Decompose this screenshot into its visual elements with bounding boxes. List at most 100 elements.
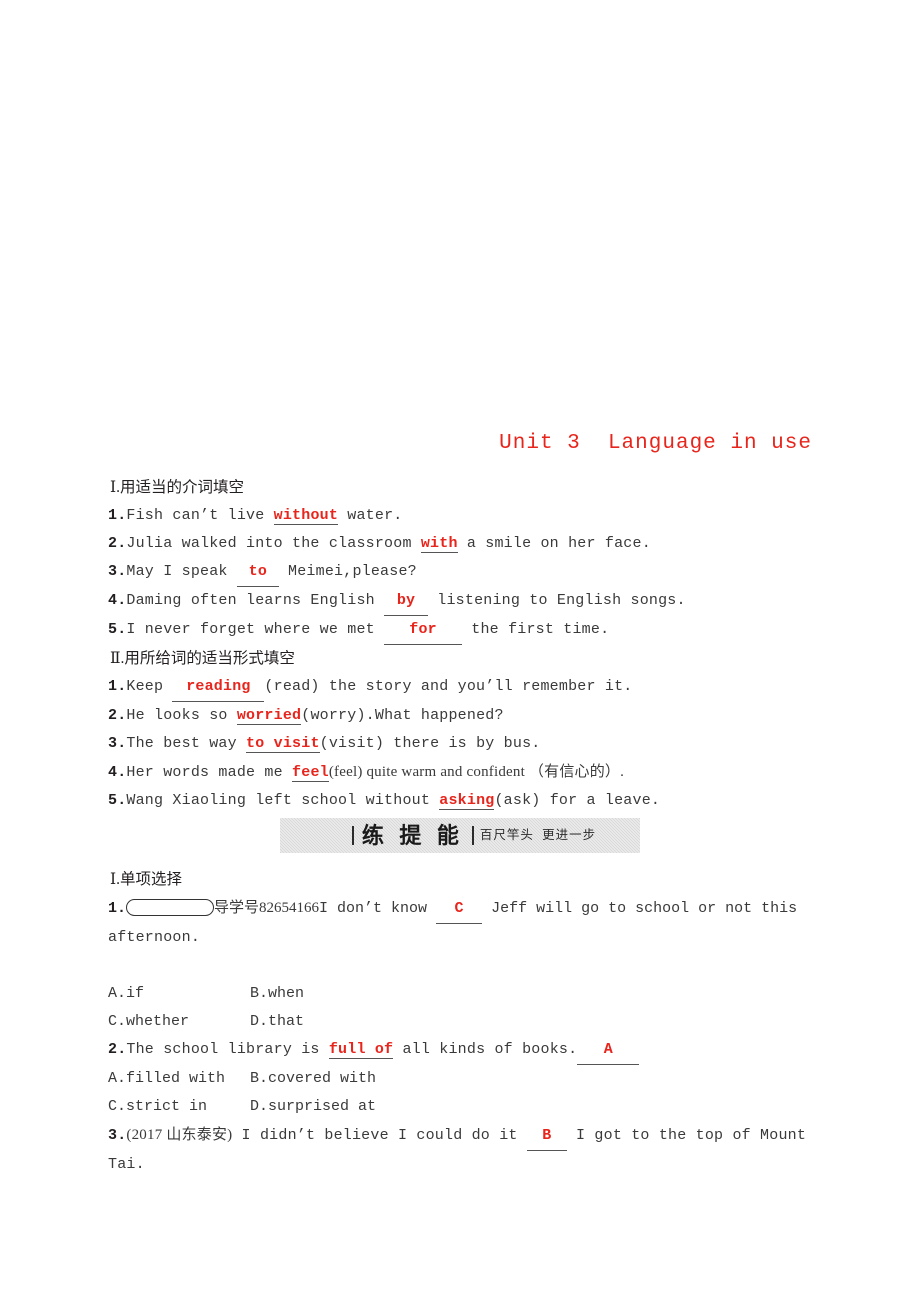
item-text-after: the first time. — [462, 621, 610, 638]
question-item: 2.The school library is full of all kind… — [108, 1036, 820, 1065]
option-text: covered with — [268, 1070, 377, 1087]
option-row: C.whether D.that — [108, 1008, 820, 1036]
item-number: 4. — [108, 592, 127, 609]
section-3-heading: Ⅰ.单项选择 — [110, 871, 182, 888]
page-title: Unit 3 Language in use — [499, 432, 812, 455]
option-text: surprised at — [268, 1098, 377, 1115]
option-key: C. — [108, 1013, 127, 1030]
question-item: 2.He looks so worried(worry).What happen… — [108, 702, 820, 730]
item-number: 2. — [108, 535, 127, 552]
item-number: 2. — [108, 1041, 127, 1058]
item-text-before: Julia walked into the classroom — [126, 535, 421, 552]
banner-title: 练 提 能 — [361, 822, 464, 848]
item-text-before: Wang Xiaoling left school without — [126, 792, 440, 809]
item-answer: to — [236, 558, 279, 587]
option-b[interactable]: B.when — [250, 980, 304, 1008]
item-text-before: I don’t know — [319, 900, 437, 917]
item-number: 3. — [108, 1127, 127, 1144]
item-answer: for — [384, 616, 463, 645]
option-text: that — [268, 1013, 305, 1030]
option-a[interactable]: A.filled with — [108, 1065, 250, 1093]
item-text-before: Daming often learns English — [126, 592, 385, 609]
exercise-content: Ⅰ.用适当的介词填空 1.Fish can’t live without wat… — [108, 474, 820, 815]
option-text: strict in — [126, 1098, 208, 1115]
banner-inner: 练 提 能 百尺竿头 更进一步 — [351, 822, 597, 848]
option-b[interactable]: B.covered with — [250, 1065, 376, 1093]
item-text-after: I got to the top of Mount — [566, 1127, 807, 1144]
section-1-heading: Ⅰ.用适当的介词填空 — [110, 479, 244, 496]
item-text-before: May I speak — [126, 563, 237, 580]
option-key: D. — [250, 1098, 269, 1115]
question-continuation: afternoon. — [108, 929, 201, 946]
underlined-phrase: full of — [328, 1041, 394, 1059]
option-key: B. — [250, 1070, 269, 1087]
question-item: 5.I never forget where we met for the fi… — [108, 616, 820, 645]
item-answer: with — [420, 535, 458, 553]
option-key: C. — [108, 1098, 127, 1115]
question-item: 2.Julia walked into the classroom with a… — [108, 530, 820, 558]
question-item: 1.Fish can’t live without water. — [108, 502, 820, 530]
item-source: (2017 山东泰安) — [126, 1127, 233, 1143]
item-text-after: (ask) for a leave. — [494, 792, 661, 809]
item-text-before: The school library is — [126, 1041, 329, 1058]
item-text-after: (visit) there is by bus. — [319, 735, 541, 752]
option-key: B. — [250, 985, 269, 1002]
item-text-before: He looks so — [126, 707, 237, 724]
item-answer: to visit — [246, 735, 320, 753]
item-text-after: (feel) quite warm and confident （有信心的）. — [328, 764, 625, 780]
question-item: 3.May I speak to Meimei,please? — [108, 558, 820, 587]
item-answer: asking — [439, 792, 495, 810]
question-item: 1.Keep reading (read) the story and you’l… — [108, 673, 820, 702]
item-text-after: Jeff will go to school or not this — [482, 900, 798, 917]
worksheet-page: Unit 3 Language in use Ⅰ.用适当的介词填空 1.Fish… — [0, 0, 920, 1302]
item-text-before: Her words made me — [126, 764, 293, 781]
item-text-before: Fish can’t live — [126, 507, 274, 524]
banner-subtitle: 百尺竿头 更进一步 — [479, 828, 597, 843]
option-c[interactable]: C.strict in — [108, 1093, 250, 1121]
item-number: 4. — [108, 764, 127, 781]
option-row: C.strict in D.surprised at — [108, 1093, 820, 1121]
item-answer: feel — [292, 764, 329, 782]
item-number: 2. — [108, 707, 127, 724]
option-a[interactable]: A.if — [108, 980, 250, 1008]
option-key: A. — [108, 1070, 127, 1087]
option-key: D. — [250, 1013, 269, 1030]
code-number: 82654166 — [259, 900, 320, 916]
option-text: whether — [126, 1013, 190, 1030]
item-text-before: I never forget where we met — [126, 621, 385, 638]
question-item: 5.Wang Xiaoling left school without aski… — [108, 787, 820, 815]
item-number: 3. — [108, 735, 127, 752]
option-row: A.filled with B.covered with — [108, 1065, 820, 1093]
item-text-before: I didn’t believe I could do it — [232, 1127, 527, 1144]
item-answer: reading — [172, 673, 265, 702]
item-text-after: (worry).What happened? — [301, 707, 504, 724]
banner-left-bar-icon — [351, 826, 354, 845]
item-answer: A — [577, 1036, 640, 1065]
item-answer: by — [384, 587, 429, 616]
item-number: 1. — [108, 507, 127, 524]
option-d[interactable]: D.that — [250, 1008, 304, 1036]
item-number: 5. — [108, 621, 127, 638]
question-item: 1. 导学号82654166I don’t know C Jeff will go… — [108, 894, 820, 924]
code-label: 导学号 — [214, 900, 260, 916]
item-number: 3. — [108, 563, 127, 580]
section-2-heading: Ⅱ.用所给词的适当形式填空 — [110, 650, 295, 667]
question-item: 3.(2017 山东泰安) I didn’t believe I could d… — [108, 1121, 820, 1151]
item-text-after: a smile on her face. — [457, 535, 651, 552]
item-text-middle: all kinds of books. — [393, 1041, 578, 1058]
option-d[interactable]: D.surprised at — [250, 1093, 376, 1121]
item-text-before: Keep — [126, 678, 173, 695]
item-text-after: (read) the story and you’ll remember it. — [264, 678, 633, 695]
item-number: 1. — [108, 900, 127, 917]
question-item: 4.Her words made me feel(feel) quite war… — [108, 758, 820, 787]
option-c[interactable]: C.whether — [108, 1008, 250, 1036]
item-number: 1. — [108, 678, 127, 695]
option-key: A. — [108, 985, 127, 1002]
section-banner: 练 提 能 百尺竿头 更进一步 — [280, 818, 640, 853]
banner-right-bar-icon — [471, 826, 474, 845]
question-continuation: Tai. — [108, 1156, 145, 1173]
item-answer: B — [526, 1122, 567, 1151]
option-text: filled with — [126, 1070, 226, 1087]
code-capsule-icon — [126, 898, 215, 916]
